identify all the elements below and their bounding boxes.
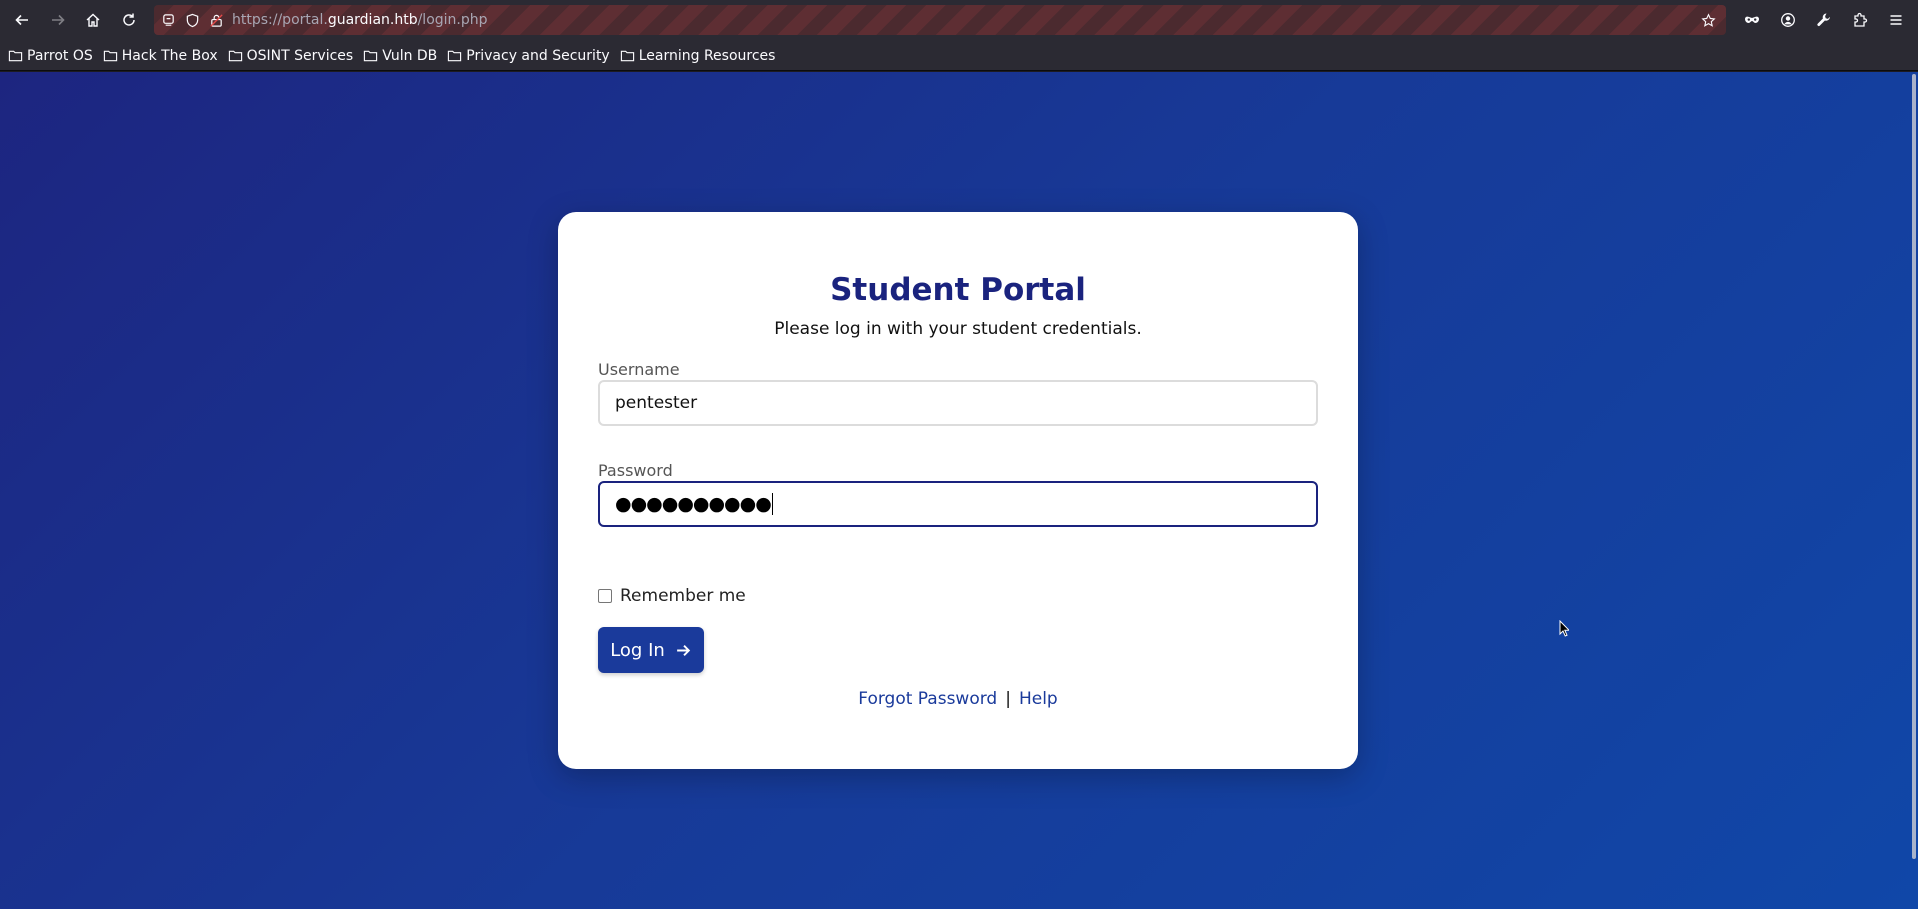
remember-me-row[interactable]: Remember me <box>598 586 746 606</box>
url-prefix: https://portal. <box>232 12 328 28</box>
remote-control-icon[interactable] <box>156 8 180 32</box>
folder-icon <box>8 50 23 62</box>
bookmark-folder[interactable]: Privacy and Security <box>447 47 610 64</box>
folder-icon <box>103 50 117 62</box>
private-mask-icon[interactable] <box>1734 5 1770 35</box>
password-input[interactable]: ●●●●●●●●●● <box>598 481 1318 527</box>
home-icon <box>86 13 100 27</box>
page-scrollbar[interactable] <box>1912 74 1916 859</box>
url-text[interactable]: https://portal.guardian.htb/login.php <box>232 12 488 28</box>
password-masked-value: ●●●●●●●●●● <box>615 493 772 515</box>
reload-button[interactable] <box>114 5 144 35</box>
login-card: Student Portal Please log in with your s… <box>558 212 1358 769</box>
reload-icon <box>123 13 135 26</box>
username-value: pentester <box>615 393 698 413</box>
footer-links: Forgot Password | Help <box>558 689 1358 709</box>
extensions-puzzle-icon[interactable] <box>1842 5 1878 35</box>
bookmark-folder[interactable]: Vuln DB <box>363 48 437 64</box>
back-button[interactable] <box>7 5 37 35</box>
login-button-label: Log In <box>610 639 665 661</box>
mouse-cursor-icon <box>1559 620 1569 637</box>
bookmark-folder[interactable]: OSINT Services <box>228 47 354 64</box>
bookmark-folder[interactable]: Parrot OS <box>8 48 93 64</box>
bookmark-label: Hack The Box <box>121 47 218 64</box>
bookmark-label: Learning Resources <box>638 47 776 64</box>
bookmark-label: OSINT Services <box>246 47 354 64</box>
lock-warning-icon[interactable] <box>204 8 228 32</box>
remember-me-label: Remember me <box>620 586 746 606</box>
url-domain: guardian.htb <box>327 12 418 28</box>
account-icon[interactable] <box>1770 5 1806 35</box>
text-caret <box>771 493 773 515</box>
tracking-protection-shield-icon[interactable] <box>180 8 204 32</box>
bookmark-star-icon[interactable] <box>1696 8 1720 32</box>
toolbar-right-icons <box>1734 5 1914 35</box>
folder-icon <box>448 50 462 62</box>
page-subtitle: Please log in with your student credenti… <box>774 319 1142 339</box>
login-button[interactable]: Log In <box>598 627 704 673</box>
browser-toolbar: https://portal.guardian.htb/login.php <box>0 0 1918 41</box>
password-label: Password <box>598 461 673 480</box>
username-input[interactable]: pentester <box>598 380 1318 426</box>
folder-icon <box>364 50 378 62</box>
forgot-password-link[interactable]: Forgot Password <box>858 689 997 709</box>
link-separator: | <box>1005 689 1011 709</box>
wrench-icon[interactable] <box>1806 5 1842 35</box>
bookmark-label: Privacy and Security <box>466 47 610 64</box>
url-path: /login.php <box>417 12 488 28</box>
help-link[interactable]: Help <box>1019 689 1058 709</box>
folder-icon <box>620 50 634 62</box>
forward-button[interactable] <box>43 5 73 35</box>
url-bar[interactable]: https://portal.guardian.htb/login.php <box>154 5 1726 35</box>
username-label: Username <box>598 360 680 379</box>
bookmark-label: Parrot OS <box>27 47 93 64</box>
bookmark-folder[interactable]: Learning Resources <box>620 47 776 64</box>
remember-me-checkbox[interactable] <box>598 589 612 603</box>
page-background: Student Portal Please log in with your s… <box>0 72 1918 909</box>
arrow-right-icon <box>676 644 690 656</box>
bookmarks-bar: Parrot OS Hack The Box OSINT Services Vu… <box>0 41 1918 71</box>
folder-icon <box>228 50 242 62</box>
back-arrow-icon <box>15 14 28 26</box>
bookmark-folder[interactable]: Hack The Box <box>103 48 218 64</box>
forward-arrow-icon <box>52 14 65 26</box>
home-button[interactable] <box>78 5 108 35</box>
menu-hamburger-icon[interactable] <box>1878 5 1914 35</box>
bookmark-label: Vuln DB <box>382 47 438 64</box>
page-title: Student Portal <box>830 272 1086 308</box>
